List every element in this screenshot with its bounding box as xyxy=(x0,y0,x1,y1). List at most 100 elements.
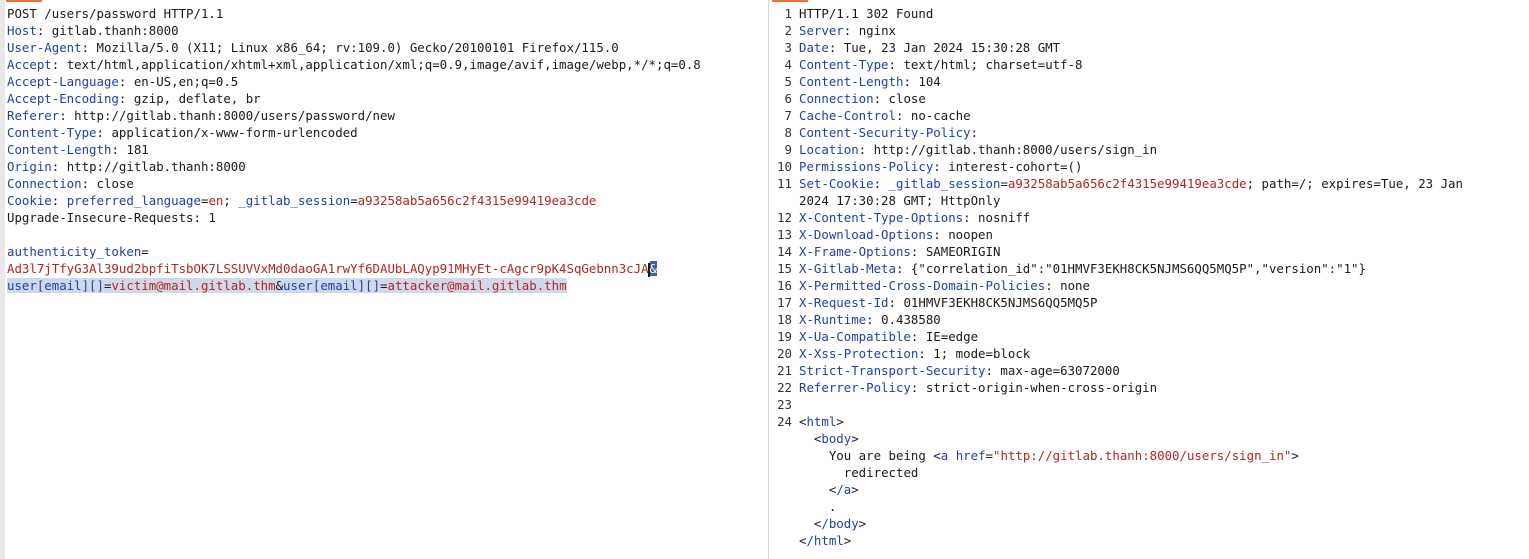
line-number: 24 xyxy=(777,414,792,429)
header-value: nginx xyxy=(858,23,896,38)
body-close: </body> xyxy=(799,516,867,531)
response-tab-indicator xyxy=(772,0,808,2)
blank-line: 23 xyxy=(771,396,1529,413)
header-name: X-Download-Options xyxy=(799,227,934,242)
set-cookie-header: 11 Set-Cookie: _gitlab_session=a93258ab5a… xyxy=(771,175,1529,192)
html-attr: href xyxy=(955,448,986,463)
header-name: Accept-Encoding xyxy=(7,91,119,106)
request-header: Connection: close xyxy=(7,176,134,191)
header-value: none xyxy=(1060,278,1090,293)
header-value: 1; mode=block xyxy=(933,346,1031,361)
request-line-text: POST /users/password HTTP/1.1 xyxy=(7,6,224,21)
header-name: X-Content-Type-Options xyxy=(799,210,964,225)
header-value: text/html,application/xhtml+xml,applicat… xyxy=(66,57,701,72)
html-tag: /html xyxy=(806,533,844,548)
cookie-header: Cookie: preferred_language=en; _gitlab_s… xyxy=(7,193,597,208)
header-name: Connection xyxy=(799,91,874,106)
body-token-value-line: Ad3l7jTfyG3Al39ud2bpfiTsbOK7LSSUVVxMd0da… xyxy=(7,260,766,277)
html-tag: /a xyxy=(836,482,852,497)
response-header: 20 X-Xss-Protection: 1; mode=block xyxy=(771,345,1529,362)
response-header: 17 X-Request-Id: 01HMVF3EKH8CK5NJMS6QQ5MQ… xyxy=(771,294,1529,311)
header-name: Permissions-Policy xyxy=(799,159,934,174)
header-name: X-Frame-Options xyxy=(799,244,911,259)
header-name: Content-Type xyxy=(799,57,889,72)
header-value: no-cache xyxy=(910,108,971,123)
body-param-value: Ad3l7jTfyG3Al39ud2bpfiTsbOK7LSSUVVxMd0da… xyxy=(7,261,649,276)
header-name: User-Agent xyxy=(7,40,82,55)
header-value: 104 xyxy=(918,74,941,89)
response-header: 1 HTTP/1.1 302 Found xyxy=(771,5,1529,22)
response-header: 13 X-Download-Options: noopen xyxy=(771,226,1529,243)
header-value: IE=edge xyxy=(925,329,979,344)
request-tab-indicator xyxy=(6,0,42,2)
response-header: 7 Cache-Control: no-cache xyxy=(771,107,1529,124)
body-token-key-line: authenticity_token= xyxy=(7,244,149,259)
body-param-key: user[email][] xyxy=(283,278,381,293)
line-number: 1 xyxy=(784,6,792,21)
response-header: 5 Content-Length: 104 xyxy=(771,73,1529,90)
html-text: You are being xyxy=(828,448,934,463)
request-editor[interactable]: POST /users/password HTTP/1.1 Host: gitl… xyxy=(7,5,766,294)
line-number: 23 xyxy=(777,397,792,412)
cookie-attributes: 2024 17:30:28 GMT; HttpOnly xyxy=(799,193,1001,208)
request-header: Accept-Encoding: gzip, deflate, br xyxy=(7,91,261,106)
request-pane[interactable]: POST /users/password HTTP/1.1 Host: gitl… xyxy=(0,0,766,559)
line-number: 10 xyxy=(777,159,792,174)
header-name: Content-Length xyxy=(799,74,904,89)
line-number: 5 xyxy=(784,74,792,89)
line-number: 18 xyxy=(777,312,792,327)
line-number: 20 xyxy=(777,346,792,361)
body-email-line: user[email][]=victim@mail.gitlab.thm&use… xyxy=(7,277,766,294)
line-number: 19 xyxy=(777,329,792,344)
a-close: </a> xyxy=(799,482,859,497)
status-line: HTTP/1.1 302 Found xyxy=(799,6,934,21)
response-header: 8 Content-Security-Policy: xyxy=(771,124,1529,141)
header-name: Connection xyxy=(7,176,82,191)
selected-text: user[email][]=victim@mail.gitlab.thm&use… xyxy=(7,278,567,293)
header-value: text/html; charset=utf-8 xyxy=(903,57,1083,72)
line-number: 15 xyxy=(777,261,792,276)
cookie-key: _gitlab_session xyxy=(238,193,351,208)
line-number: 4 xyxy=(784,57,792,72)
header-value: interest-cohort=() xyxy=(948,159,1083,174)
dot-line: . xyxy=(771,498,1529,515)
header-name: Location xyxy=(799,142,859,157)
header-value: close xyxy=(96,176,134,191)
html-text: redirected xyxy=(843,465,919,480)
cookie-value: a93258ab5a656c2f4315e99419ea3cde xyxy=(357,193,597,208)
header-value: Mozilla/5.0 (X11; Linux x86_64; rv:109.0… xyxy=(96,40,619,55)
html-tag: html xyxy=(806,414,837,429)
request-headers: Host: gitlab.thanh:8000 User-Agent: Mozil… xyxy=(7,22,766,192)
line-number: 17 xyxy=(777,295,792,310)
response-header: 10 Permissions-Policy: interest-cohort=() xyxy=(771,158,1529,175)
response-header: 18 X-Runtime: 0.438580 xyxy=(771,311,1529,328)
header-name: Accept xyxy=(7,57,52,72)
header-name: Referrer-Policy xyxy=(799,380,911,395)
header-name: Referer xyxy=(7,108,60,123)
line-number: 3 xyxy=(784,40,792,55)
response-header: 21 Strict-Transport-Security: max-age=630… xyxy=(771,362,1529,379)
header-name: Strict-Transport-Security xyxy=(799,363,986,378)
header-name: X-Runtime xyxy=(799,312,867,327)
cookie-key: preferred_language xyxy=(66,193,201,208)
request-header: User-Agent: Mozilla/5.0 (X11; Linux x86_… xyxy=(7,40,619,55)
response-header: 6 Connection: close xyxy=(771,90,1529,107)
header-value: close xyxy=(888,91,926,106)
request-header: Accept-Language: en-US,en;q=0.5 xyxy=(7,74,239,89)
header-name: X-Gitlab-Meta xyxy=(799,261,896,276)
body-param-key: authenticity_token xyxy=(7,244,142,259)
html-text: . xyxy=(828,499,837,514)
header-value: http://gitlab.thanh:8000/users/sign_in xyxy=(873,142,1158,157)
header-value: 181 xyxy=(126,142,149,157)
header-name: Accept-Language xyxy=(7,74,119,89)
header-name: Content-Type xyxy=(7,125,97,140)
line-number: 6 xyxy=(784,91,792,106)
body-param-key: user[email][] xyxy=(7,278,104,293)
body-open: <body> xyxy=(799,431,859,446)
header-value: 0.438580 xyxy=(881,312,941,327)
header-name: Set-Cookie xyxy=(799,176,874,191)
response-editor[interactable]: 1 HTTP/1.1 302 Found 2 Server: nginx 3 Date: … xyxy=(771,5,1529,549)
html-tag: body xyxy=(821,431,852,446)
response-pane[interactable]: 1 HTTP/1.1 302 Found 2 Server: nginx 3 Date: … xyxy=(768,0,1529,559)
header-name: Server xyxy=(799,23,844,38)
